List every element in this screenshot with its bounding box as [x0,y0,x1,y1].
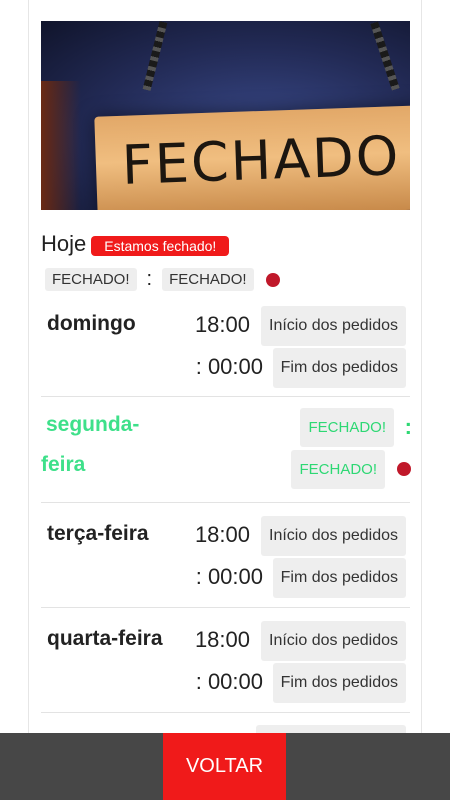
day-name-line2: feira [41,453,86,476]
day-name: quarta-feira [47,627,163,650]
day-row-quarta-feira: quarta-feira 18:00 Início dos pedidos : … [41,613,410,711]
order-start-button[interactable]: Início dos pedidos [261,306,406,346]
day-name-line1: segunda- [46,413,140,436]
start-time: 18:00 [194,312,250,337]
hours-separator: : [404,414,412,439]
day-row-domingo: domingo 18:00 Início dos pedidos : 00:00… [41,298,410,396]
today-label: Hoje [41,231,87,256]
chain-right [370,21,400,91]
divider [41,712,410,713]
order-end-button[interactable]: Fim dos pedidos [272,558,406,598]
page: FECHADO Hoje Estamos fechado! FECHADO! :… [0,0,450,800]
open-time-chip: FECHADO! [300,408,394,447]
status-badge: Estamos fechado! [91,236,230,256]
start-time: 18:00 [194,522,250,547]
day-row-terca-feira: terça-feira 18:00 Início dos pedidos : 0… [41,508,410,606]
start-time: 18:00 [194,627,250,652]
order-start-button[interactable]: Início dos pedidos [261,516,406,556]
closed-sign-image: FECHADO [41,21,410,210]
divider [41,502,410,503]
today-close-time: FECHADO! [162,268,254,291]
status-dot-icon [397,462,411,476]
close-time-chip: FECHADO! [291,450,385,489]
order-start-button[interactable]: Início dos pedidos [261,621,406,661]
sign-text: FECHADO [120,124,402,197]
end-time: : 00:00 [195,564,263,589]
today-separator: : [146,268,153,290]
status-dot-icon [265,272,280,287]
day-row-segunda-feira: segunda- feira FECHADO! : FECHADO! [41,397,412,502]
order-end-button[interactable]: Fim dos pedidos [272,348,406,388]
divider [41,607,410,608]
chain-left [142,21,168,91]
day-name: domingo [47,312,136,335]
back-button[interactable]: VOLTAR [163,733,286,800]
day-name: terça-feira [47,522,149,545]
today-status-row: Hoje Estamos fechado! [41,230,230,258]
today-open-time: FECHADO! [45,268,137,291]
end-time: : 00:00 [195,354,263,379]
end-time: : 00:00 [195,669,263,694]
order-end-button[interactable]: Fim dos pedidos [272,663,406,703]
today-hours: FECHADO! : FECHADO! [45,268,280,291]
